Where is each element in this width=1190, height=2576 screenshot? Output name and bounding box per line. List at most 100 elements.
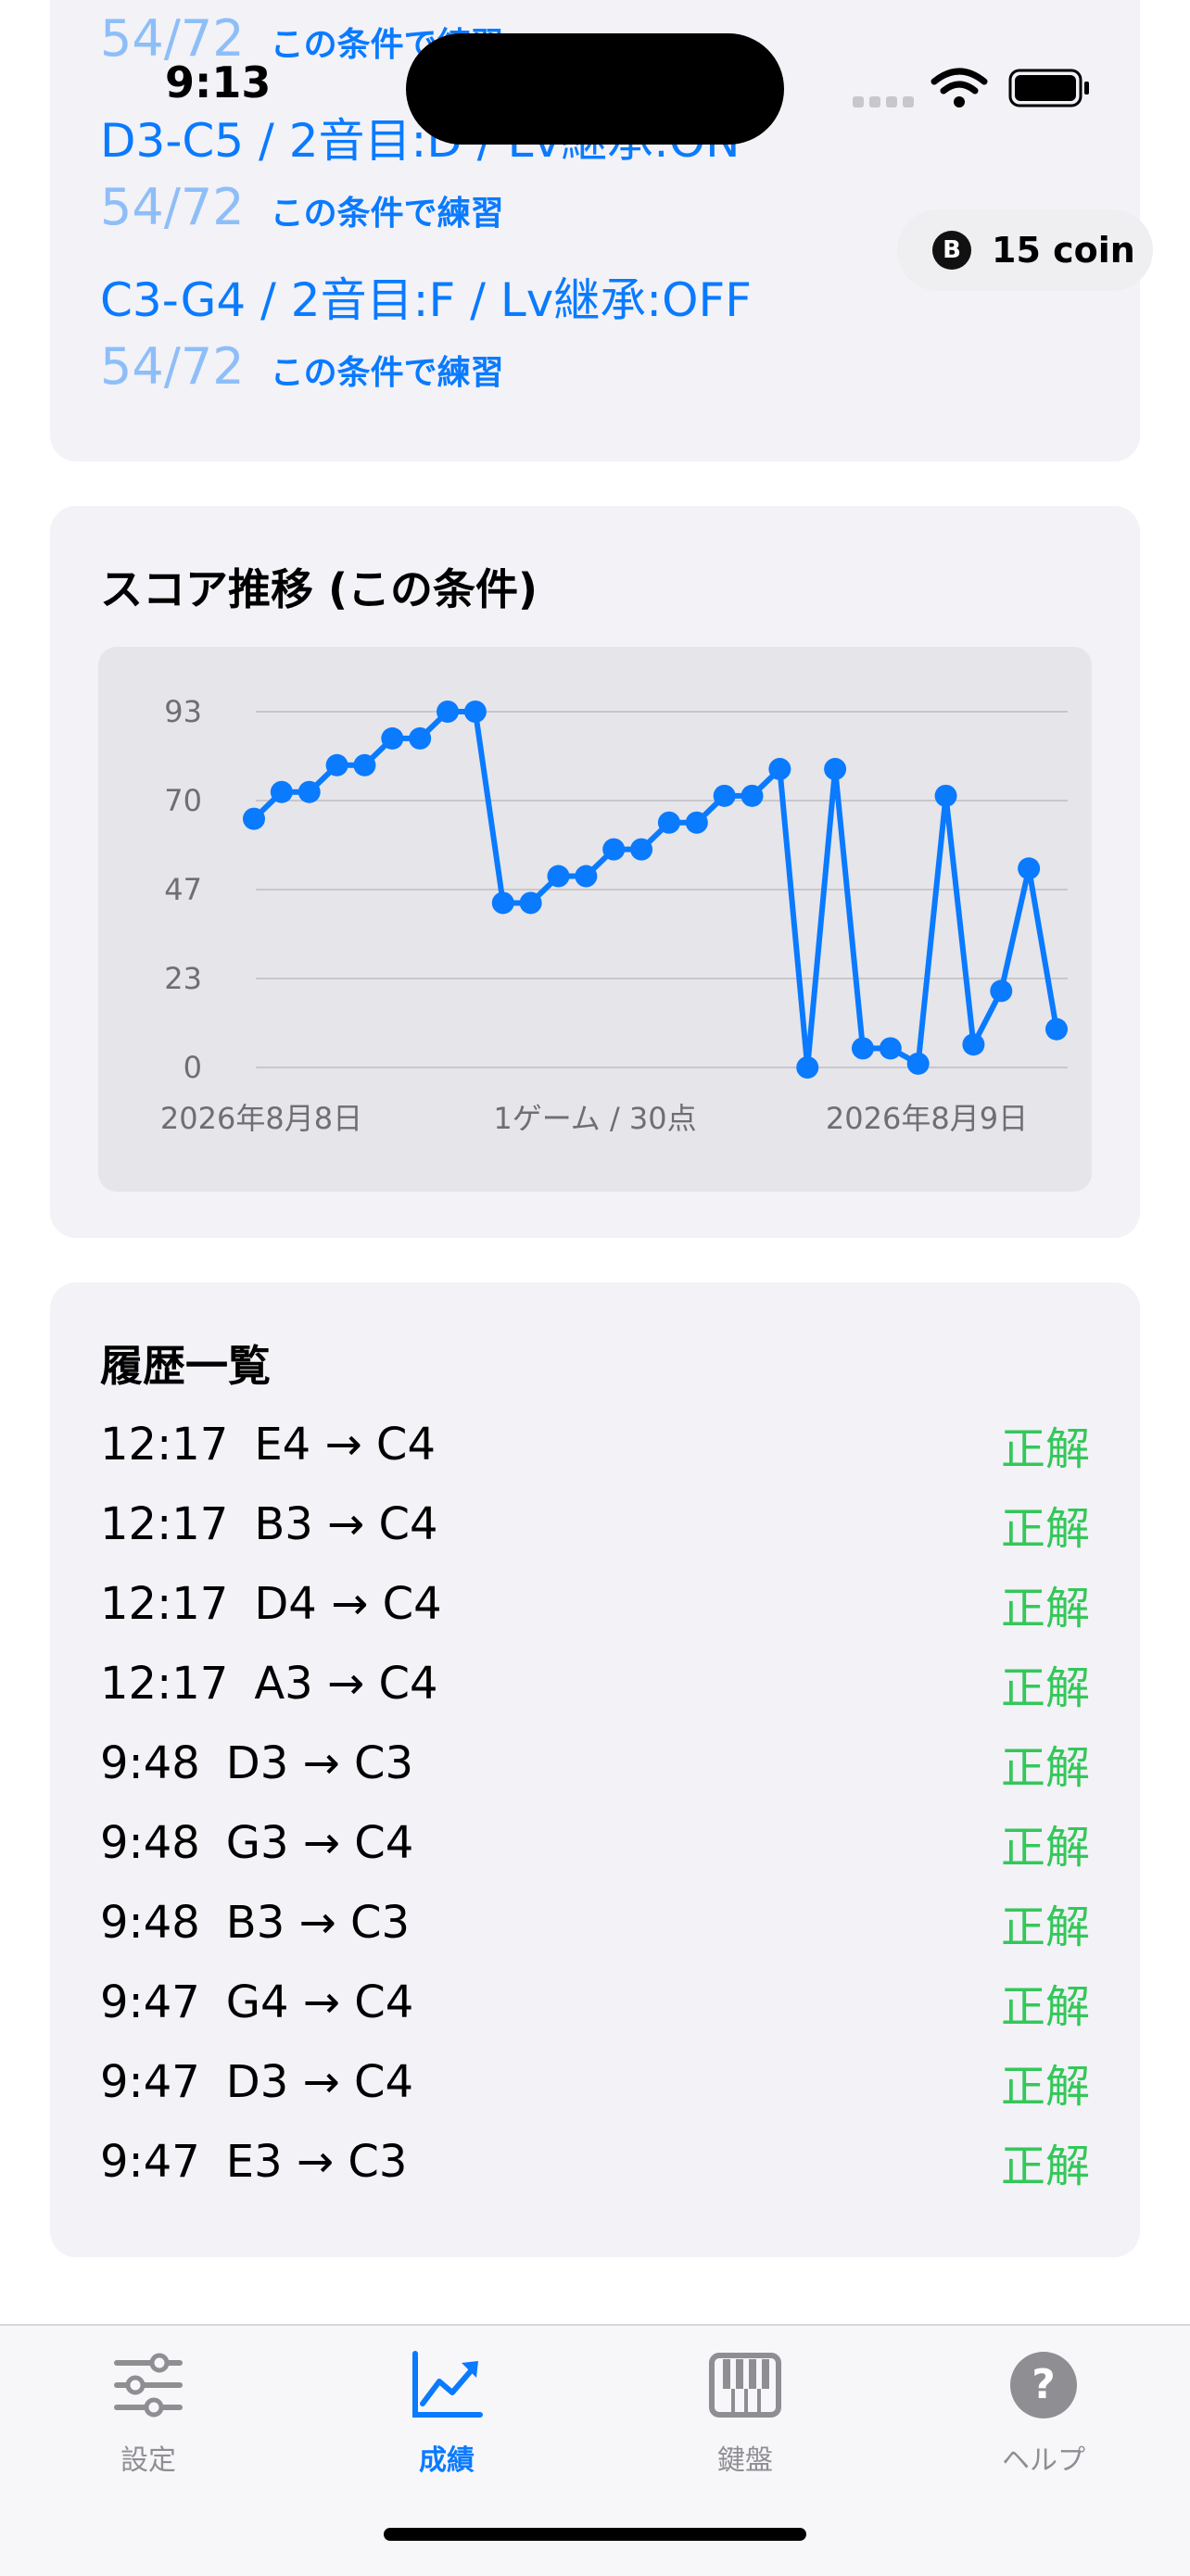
history-row: 12:17 B3 → C4 正解	[100, 1484, 1090, 1564]
tab-label: 鍵盤	[717, 2444, 773, 2477]
history-card: 履歴一覧 12:17 E4 → C4 正解 12:17 B3 → C4 正解 12:17 D4…	[50, 1282, 1140, 2257]
history-time: 12:17	[100, 1419, 229, 1471]
coin-badge[interactable]: B 15 coin	[897, 209, 1153, 291]
score-point	[602, 838, 626, 861]
score-point	[547, 865, 570, 888]
section-title: スコア推移 (この条件)	[100, 564, 538, 614]
score-point	[1018, 857, 1041, 880]
history-time: 12:17	[100, 1658, 229, 1710]
history-time: 9:48	[100, 1817, 200, 1869]
tab-label: 成績	[419, 2444, 475, 2477]
score-point	[990, 979, 1013, 1003]
history-result: 正解	[1000, 1583, 1090, 1635]
history-time: 9:48	[100, 1737, 200, 1789]
condition-row-3: 54/72 この条件で練習	[100, 337, 504, 396]
history-move: A3 → C4	[254, 1658, 438, 1710]
coin-icon: B	[932, 231, 971, 270]
history-row: 9:48 G3 → C4 正解	[100, 1803, 1090, 1883]
score-point	[409, 726, 432, 750]
history-result: 正解	[1000, 1981, 1090, 2033]
score-point	[768, 757, 791, 780]
history-time: 9:48	[100, 1897, 200, 1949]
score-point	[824, 757, 847, 780]
history-move: B3 → C4	[254, 1498, 438, 1550]
score-point	[741, 784, 764, 807]
x-tick-label: 1ゲーム / 30点	[493, 1101, 696, 1136]
home-indicator[interactable]	[384, 2528, 806, 2541]
practice-link[interactable]: この条件で練習	[271, 346, 504, 394]
chart-area: 93 70 47 23 0 2026年8月8日 1ゲーム / 30点 2026年8月9日	[98, 647, 1092, 1192]
history-result: 正解	[1000, 2061, 1090, 2113]
tab-settings[interactable]: 設定	[56, 2326, 241, 2511]
history-result: 正解	[1000, 1423, 1090, 1475]
score-point	[1045, 1017, 1068, 1041]
history-row: 9:47 E3 → C3 正解	[100, 2122, 1090, 2202]
history-move: G4 → C4	[225, 1976, 414, 2028]
score-point	[962, 1033, 985, 1056]
y-tick-label: 23	[164, 961, 202, 996]
cellular-signal-icon	[853, 96, 914, 107]
history-time: 9:47	[100, 2056, 200, 2108]
tab-label: ヘルプ	[1002, 2444, 1085, 2477]
x-tick-label: 2026年8月8日	[160, 1101, 362, 1136]
score-point	[437, 701, 460, 723]
score-point	[381, 726, 404, 750]
history-move: D3 → C3	[225, 1737, 414, 1789]
history-move: D3 → C4	[225, 2056, 414, 2108]
tab-label: 設定	[120, 2444, 176, 2477]
practice-link[interactable]: この条件で練習	[271, 186, 504, 234]
y-tick-label: 0	[184, 1050, 202, 1085]
y-tick-label: 93	[164, 694, 202, 729]
score-point	[906, 1052, 930, 1075]
score-point	[713, 784, 736, 807]
coin-count: 15 coin	[992, 230, 1135, 271]
history-time: 9:47	[100, 2136, 200, 2188]
history-row: 9:47 G4 → C4 正解	[100, 1963, 1090, 2042]
tab-keyboard[interactable]: 鍵盤	[652, 2326, 838, 2511]
score-point	[270, 780, 293, 803]
tab-help[interactable]: ? ヘルプ	[951, 2326, 1136, 2511]
wifi-icon	[930, 68, 988, 107]
history-time: 12:17	[100, 1578, 229, 1630]
section-title: 履歴一覧	[100, 1341, 271, 1391]
history-result: 正解	[1000, 1822, 1090, 1874]
score-chart-card: スコア推移 (この条件) 93 70 47 23 0 2026年8月8日 1ゲーム / 30…	[50, 506, 1140, 1238]
condition-label: C3-G4 / 2音目:F / Lv継承:OFF	[100, 273, 753, 327]
y-tick-label: 47	[164, 872, 202, 907]
help-icon: ?	[1010, 2352, 1077, 2418]
score-point	[685, 811, 708, 834]
status-time: 9:13	[165, 57, 272, 107]
history-row: 9:47 D3 → C4 正解	[100, 2042, 1090, 2122]
history-row: 9:48 D3 → C3 正解	[100, 1724, 1090, 1803]
battery-icon	[1008, 69, 1089, 107]
history-row: 9:48 B3 → C3 正解	[100, 1883, 1090, 1963]
score-point	[298, 780, 321, 803]
history-time: 12:17	[100, 1498, 229, 1550]
history-row: 12:17 A3 → C4 正解	[100, 1644, 1090, 1724]
score-point	[934, 784, 957, 807]
score-point	[630, 838, 653, 861]
history-result: 正解	[1000, 2140, 1090, 2192]
history-move: E3 → C3	[225, 2136, 408, 2188]
chart-up-icon	[412, 2351, 483, 2418]
history-move: D4 → C4	[254, 1578, 442, 1630]
history-time: 9:47	[100, 1976, 200, 2028]
score-point	[879, 1037, 902, 1060]
score-point	[491, 891, 514, 915]
score-point	[851, 1037, 874, 1060]
condition-score: 54/72	[100, 178, 245, 236]
tab-results[interactable]: 成績	[354, 2326, 539, 2511]
history-result: 正解	[1000, 1742, 1090, 1794]
score-point	[519, 891, 542, 915]
history-result: 正解	[1000, 1662, 1090, 1714]
x-tick-label: 2026年8月9日	[826, 1101, 1028, 1136]
sliders-icon	[114, 2353, 183, 2418]
score-point	[463, 701, 487, 723]
score-point	[243, 807, 265, 830]
score-point	[353, 753, 376, 777]
score-point	[796, 1056, 819, 1079]
score-point	[325, 753, 348, 777]
history-result: 正解	[1000, 1503, 1090, 1555]
history-row: 12:17 E4 → C4 正解	[100, 1405, 1090, 1484]
history-move: G3 → C4	[225, 1817, 414, 1869]
